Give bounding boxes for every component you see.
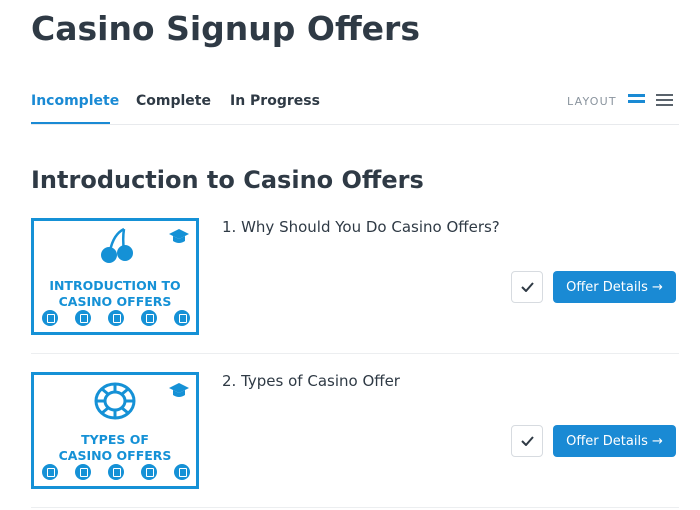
page-title: Casino Signup Offers (31, 9, 420, 48)
thumbnail-icon-row (42, 464, 190, 480)
offer-title[interactable]: 1. Why Should You Do Casino Offers? (222, 218, 500, 236)
checkmark-icon (520, 436, 534, 446)
offer-thumbnail[interactable]: TYPES OF CASINO OFFERS (31, 372, 199, 489)
casino-chip-icon (94, 382, 136, 420)
chart-icon (42, 464, 58, 480)
thumbnail-caption-line1: INTRODUCTION TO (49, 278, 181, 293)
graduation-cap-icon (169, 229, 189, 243)
list-icon[interactable] (656, 94, 673, 108)
offer-details-button[interactable]: Offer Details → (553, 271, 676, 303)
calendar-icon (75, 310, 91, 326)
tab-complete[interactable]: Complete (136, 93, 211, 109)
graduation-cap-icon (169, 383, 189, 397)
tab-in-progress[interactable]: In Progress (230, 93, 320, 109)
tabs-divider (31, 124, 679, 125)
grid-icon[interactable] (628, 94, 645, 108)
thumbnail-icon-row (42, 310, 190, 326)
clipboard-icon (141, 310, 157, 326)
card-divider (31, 353, 679, 354)
checkmark-icon (520, 282, 534, 292)
thumbnail-caption-line2: CASINO OFFERS (58, 448, 172, 463)
thumbnail-caption-line2: CASINO OFFERS (58, 294, 172, 309)
section-title: Introduction to Casino Offers (31, 166, 424, 194)
mark-complete-button[interactable] (511, 271, 543, 303)
mark-complete-button[interactable] (511, 425, 543, 457)
document-icon (108, 310, 124, 326)
calendar-icon (75, 464, 91, 480)
thumbnail-caption-line1: TYPES OF (81, 432, 149, 447)
cherries-icon (101, 227, 133, 263)
hand-icon (174, 310, 190, 326)
offer-details-button[interactable]: Offer Details → (553, 425, 676, 457)
layout-label: LAYOUT (567, 95, 617, 108)
clipboard-icon (141, 464, 157, 480)
document-icon (108, 464, 124, 480)
card-divider (31, 507, 679, 508)
chart-icon (42, 310, 58, 326)
hand-icon (174, 464, 190, 480)
offer-title[interactable]: 2. Types of Casino Offer (222, 372, 400, 390)
tab-incomplete[interactable]: Incomplete (31, 93, 119, 109)
offer-thumbnail[interactable]: INTRODUCTION TO CASINO OFFERS (31, 218, 199, 335)
